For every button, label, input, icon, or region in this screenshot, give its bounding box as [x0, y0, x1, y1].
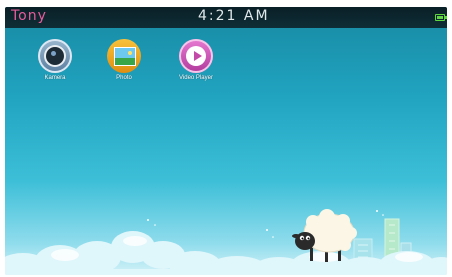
app-label: Kamera — [44, 75, 66, 81]
video-player-icon — [179, 39, 213, 73]
app-photo[interactable]: Photo — [96, 39, 152, 81]
home-screen: Tony 4:21 AM Kamera Photo Video Player — [5, 7, 447, 275]
photo-picture — [114, 47, 136, 66]
app-kamera[interactable]: Kamera — [27, 39, 83, 81]
camera-icon — [38, 39, 72, 73]
app-label: Photo — [116, 75, 132, 81]
play-icon — [186, 46, 206, 66]
camera-lens — [46, 47, 64, 65]
app-label: Video Player — [179, 75, 213, 81]
photo-gallery-icon — [107, 39, 141, 73]
app-video-player[interactable]: Video Player — [168, 39, 224, 81]
